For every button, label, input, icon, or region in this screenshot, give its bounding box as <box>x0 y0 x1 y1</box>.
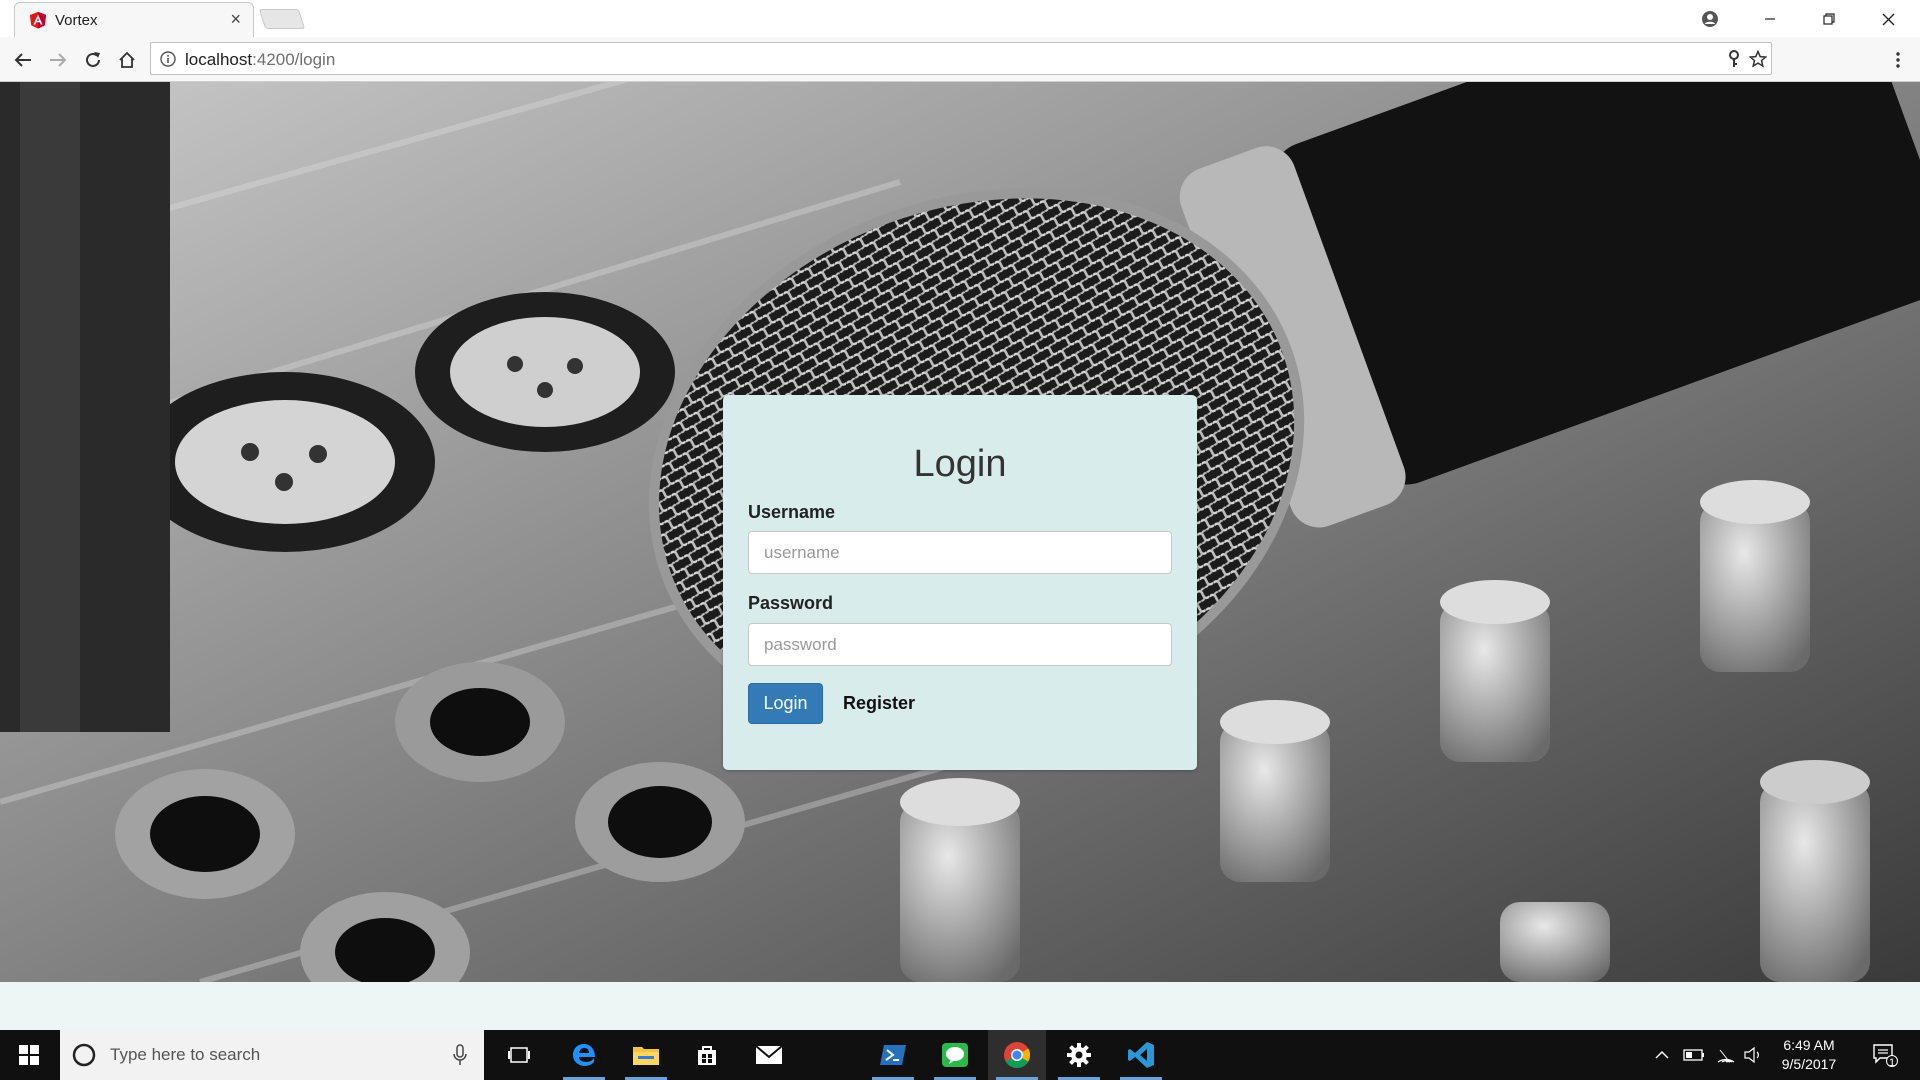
username-label: Username <box>748 502 836 522</box>
search-placeholder: Type here to search <box>110 1045 261 1064</box>
tab-title: Vortex <box>55 12 98 29</box>
reload-icon[interactable] <box>78 45 108 75</box>
wifi-icon[interactable] <box>1712 1030 1740 1080</box>
settings-gear-icon[interactable] <box>1050 1030 1108 1080</box>
mail-icon[interactable] <box>740 1030 798 1080</box>
browser-tab[interactable]: Vortex × <box>14 2 254 37</box>
angular-favicon-icon <box>29 11 47 29</box>
action-center-icon[interactable]: 1 <box>1860 1030 1910 1080</box>
key-icon[interactable] <box>1724 49 1744 69</box>
username-input[interactable] <box>748 531 1172 574</box>
info-icon[interactable] <box>160 51 176 67</box>
windows-taskbar: Type here to search 6:49 AM 9/5/2017 1 <box>0 1030 1920 1080</box>
microphone-icon[interactable] <box>452 1044 468 1066</box>
notification-count-badge: 1 <box>1889 1057 1896 1069</box>
minimize-icon[interactable] <box>1746 5 1794 33</box>
login-title: Login <box>913 443 1007 485</box>
clock-date: 9/5/2017 <box>1781 1056 1837 1072</box>
volume-icon[interactable] <box>1740 1030 1766 1080</box>
browser-menu-icon[interactable] <box>1885 45 1911 75</box>
browser-titlebar: Vortex × <box>0 0 1920 37</box>
clock-time: 6:49 AM <box>1783 1037 1835 1053</box>
task-view-icon[interactable] <box>490 1030 548 1080</box>
close-window-icon[interactable] <box>1864 5 1912 33</box>
home-icon[interactable] <box>112 45 142 75</box>
cortana-icon <box>72 1043 96 1067</box>
forward-arrow-icon[interactable] <box>43 45 73 75</box>
show-hidden-icons-chevron-icon[interactable] <box>1650 1030 1674 1080</box>
edge-icon[interactable] <box>555 1030 613 1080</box>
restore-icon[interactable] <box>1805 5 1853 33</box>
register-link[interactable]: Register <box>843 693 915 714</box>
password-input[interactable] <box>748 623 1172 666</box>
bookmark-star-icon[interactable] <box>1748 49 1768 69</box>
url-text[interactable]: localhost:4200/login <box>185 50 335 70</box>
taskbar-clock[interactable]: 6:49 AM 9/5/2017 <box>1764 1036 1854 1074</box>
new-tab-button[interactable] <box>258 9 306 29</box>
tab-close-icon[interactable]: × <box>230 10 241 28</box>
chrome-icon[interactable] <box>988 1030 1046 1080</box>
powershell-icon[interactable] <box>864 1030 922 1080</box>
back-arrow-icon[interactable] <box>8 45 38 75</box>
page-viewport: Login Username Password Login Register <box>0 82 1920 1030</box>
login-card: Login Username Password Login Register <box>723 395 1197 770</box>
battery-icon[interactable] <box>1680 1030 1708 1080</box>
login-button[interactable]: Login <box>748 683 823 724</box>
account-icon[interactable] <box>1686 5 1734 33</box>
file-explorer-icon[interactable] <box>617 1030 675 1080</box>
taskbar-search-box[interactable]: Type here to search <box>60 1030 484 1080</box>
store-icon[interactable] <box>678 1030 736 1080</box>
browser-toolbar: localhost:4200/login <box>0 37 1920 82</box>
chat-app-icon[interactable] <box>926 1030 984 1080</box>
vscode-icon[interactable] <box>1112 1030 1170 1080</box>
address-bar[interactable]: localhost:4200/login <box>150 42 1772 75</box>
windows-start-icon[interactable] <box>0 1030 58 1080</box>
password-label: Password <box>748 593 834 613</box>
